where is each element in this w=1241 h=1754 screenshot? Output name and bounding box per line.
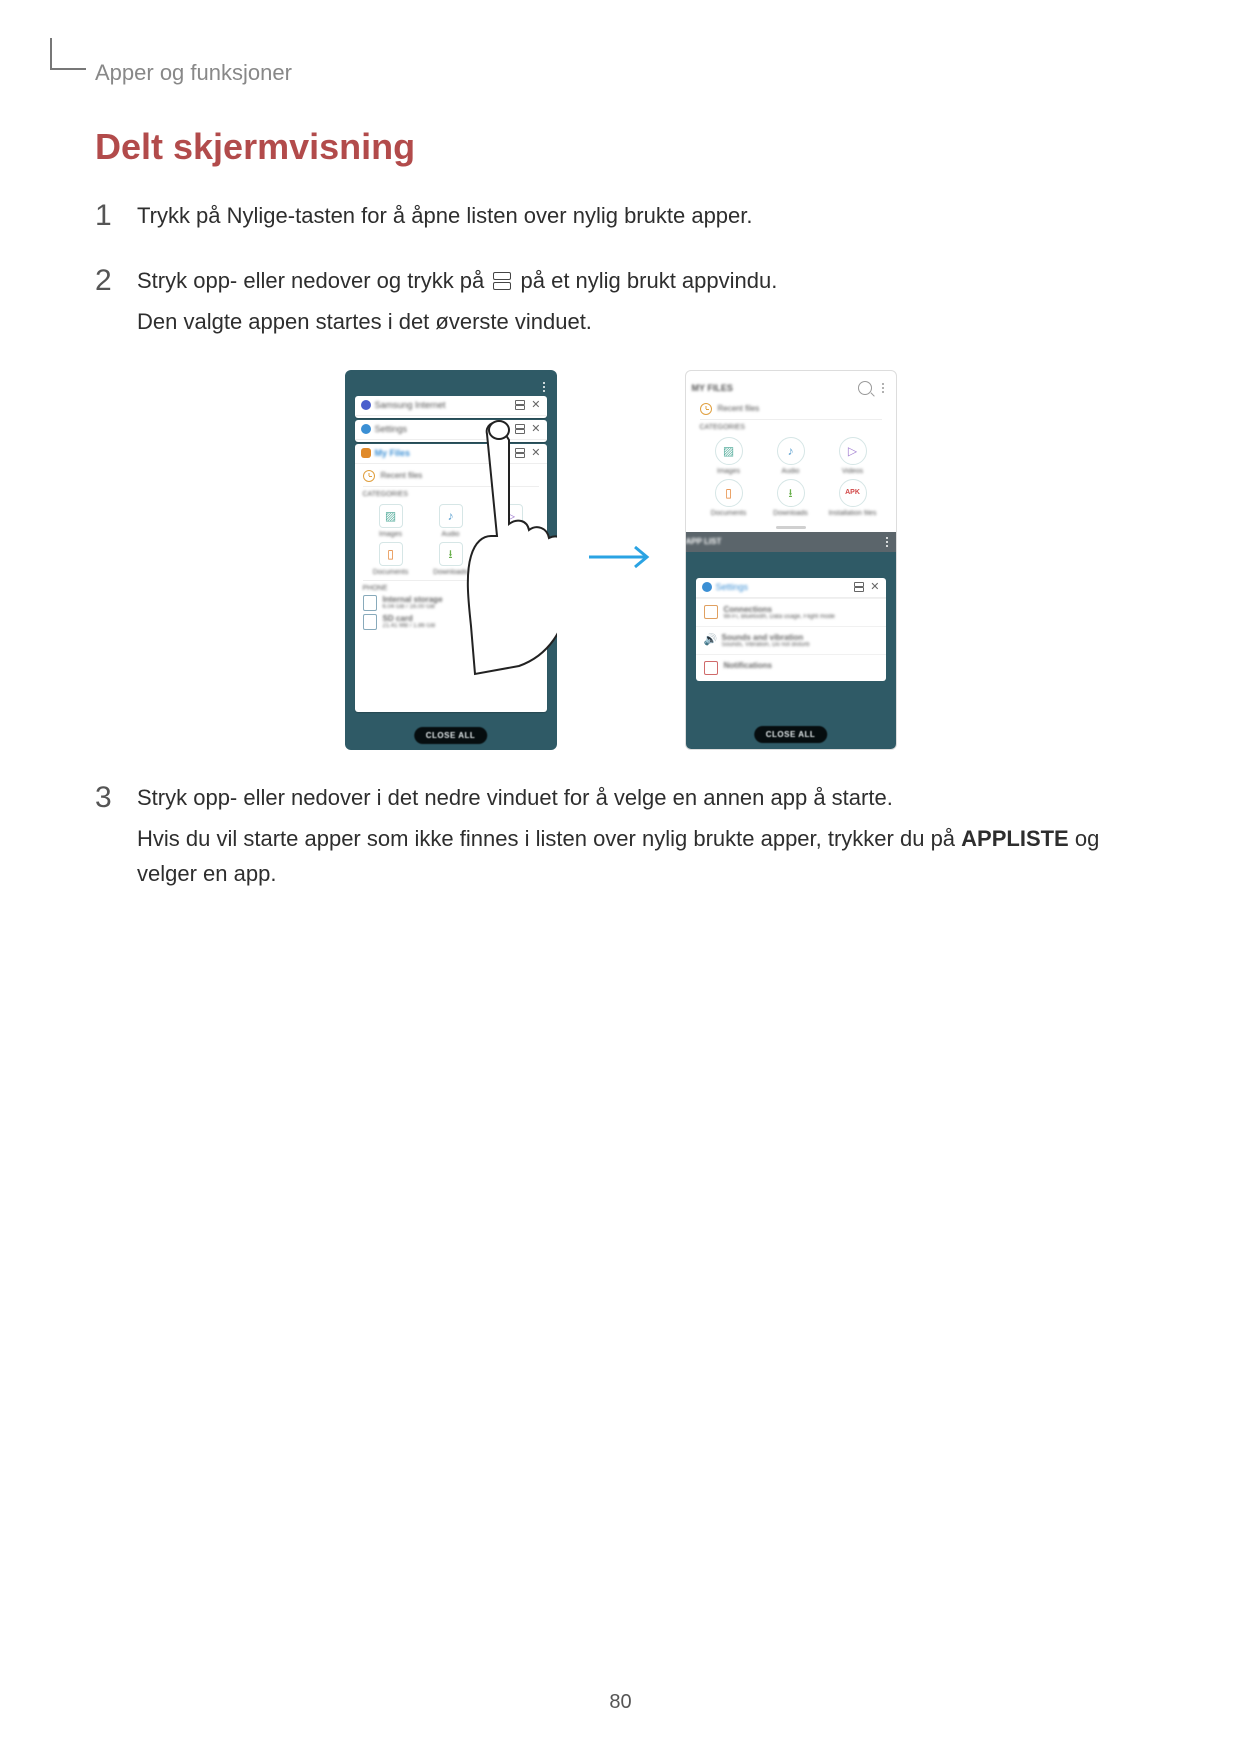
phone-storage-icon [363,595,377,611]
grid-label: Installation files [829,510,877,517]
split-handle [776,526,806,529]
storage-subtitle: 21.41 MB / 1.86 GB [383,623,436,629]
close-all-button: CLOSE ALL [414,727,488,744]
download-icon: ⭳ [788,487,792,499]
grid-label: Documents [711,510,746,517]
app-icon [361,424,371,434]
grid-label: Downloads [433,569,468,576]
card-title: Settings [375,424,408,434]
document-icon: ▯ [387,548,394,560]
breadcrumb: Apper og funksjoner [95,60,1146,86]
split-screen-icon [493,272,511,290]
notifications-icon [704,661,718,675]
side-rule [50,38,86,70]
storage-subtitle: 6.04 GB / 16.00 GB [383,604,443,610]
more-dots-icon [543,382,545,392]
step-3-line-2: Hvis du vil starte apper som ikke finnes… [137,821,1146,891]
phone-label: PHONE [363,585,539,592]
close-icon: ✕ [531,448,540,459]
more-dots-icon [886,537,888,547]
close-all-button: CLOSE ALL [754,726,828,743]
settings-item-subtitle: Wi-Fi, Bluetooth, Data usage, Flight mod… [724,614,835,620]
card-title: Samsung Internet [375,400,446,410]
split-screen-icon [515,448,525,458]
categories-label: CATEGORIES [363,491,539,498]
clock-icon [363,470,375,482]
grid-label: Videos [842,468,863,475]
grid-label: Audio [442,531,460,538]
app-title: MY FILES [692,383,733,393]
grid-label: Images [379,531,402,538]
document-icon: ▯ [725,487,732,499]
app-icon [702,582,712,592]
image-icon: ▨ [723,445,734,457]
close-icon: ✕ [531,424,540,435]
grid-label: Installation files [487,569,535,576]
storage-title: SD card [383,614,436,623]
settings-item-title: Connections [724,605,835,614]
card-title: Settings [716,582,749,592]
settings-item-title: Notifications [724,661,772,670]
grid-label: Documents [373,569,408,576]
close-icon: ✕ [870,582,879,593]
settings-item-title: Sounds and vibration [722,633,810,642]
grid-label: Images [717,468,740,475]
image-icon: ▨ [385,510,396,522]
download-icon: ⭳ [448,548,452,560]
step-number-2: 2 [95,263,131,345]
instruction-figure: Samsung Internet ✕ Settings ✕ My Files ✕ [95,370,1146,750]
step-number-3: 3 [95,780,131,898]
settings-item-subtitle: Sounds, Vibration, Do not disturb [722,642,810,648]
step-1-line-1: Trykk på Nylige-tasten for å åpne listen… [137,198,1146,233]
split-screen-icon [515,400,525,410]
grid-label: Downloads [773,510,808,517]
split-screen-icon [854,582,864,592]
device-after: MY FILES Recent files CATEGORIES ▨ Images… [685,370,897,750]
video-icon: ▷ [506,510,515,522]
app-list-label: APP LIST [686,537,722,546]
grid-label: Videos [500,531,521,538]
app-icon [361,400,371,410]
page-title: Delt skjermvisning [95,126,1146,168]
arrow-right-icon [587,543,655,576]
connections-icon [704,605,718,619]
step-2-line-2: Den valgte appen startes i det øverste v… [137,304,1146,339]
card-title: My Files [375,448,411,458]
video-icon: ▷ [848,445,857,457]
music-icon: ♪ [788,445,794,457]
step-3-line-1: Stryk opp- eller nedover i det nedre vin… [137,780,1146,815]
clock-icon [700,403,712,415]
more-dots-icon [882,383,884,393]
recent-files-label: Recent files [718,404,760,413]
categories-label: CATEGORIES [700,424,882,431]
grid-label: Audio [782,468,800,475]
sd-card-icon [363,614,377,630]
step-number-1: 1 [95,198,131,239]
sound-icon: 🔊 [704,633,716,645]
apk-icon: APK [503,550,518,557]
split-screen-icon [515,424,525,434]
storage-title: Internal storage [383,595,443,604]
close-icon: ✕ [531,400,540,411]
search-icon [858,381,872,395]
recent-files-label: Recent files [381,471,423,480]
music-icon: ♪ [448,510,454,522]
apk-icon: APK [845,489,860,496]
device-before: Samsung Internet ✕ Settings ✕ My Files ✕ [345,370,557,750]
step-2-line-1: Stryk opp- eller nedover og trykk på på … [137,263,1146,298]
app-icon [361,448,371,458]
page-number: 80 [0,1691,1241,1714]
